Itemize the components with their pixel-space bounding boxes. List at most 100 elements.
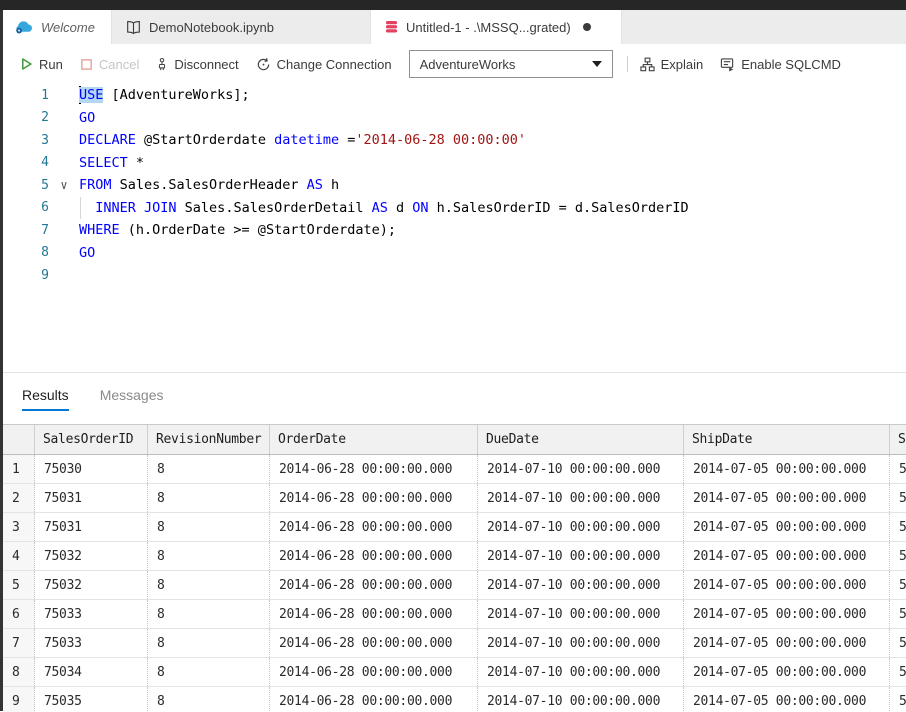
column-header[interactable]: RevisionNumber [148, 425, 270, 454]
code-line[interactable]: 3DECLARE @StartOrderdate datetime ='2014… [3, 129, 906, 152]
table-row[interactable]: 17503082014-06-28 00:00:00.0002014-07-10… [3, 455, 906, 484]
row-number-cell[interactable]: 2 [3, 484, 35, 512]
tab-results[interactable]: Results [22, 387, 69, 411]
code-line[interactable]: 7WHERE (h.OrderDate >= @StartOrderdate); [3, 219, 906, 242]
grid-cell[interactable]: 75031 [35, 484, 148, 512]
table-row[interactable]: 87503482014-06-28 00:00:00.0002014-07-10… [3, 658, 906, 687]
database-dropdown[interactable]: AdventureWorks [409, 50, 613, 78]
cancel-button[interactable]: Cancel [80, 57, 139, 72]
explain-button[interactable]: Explain [640, 57, 704, 72]
grid-cell[interactable]: 2014-07-05 00:00:00.000 [684, 658, 890, 686]
code-line[interactable]: 1USE [AdventureWorks]; [3, 84, 906, 107]
grid-cell[interactable]: 75030 [35, 455, 148, 483]
grid-cell[interactable]: 5 [890, 600, 906, 628]
row-number-cell[interactable]: 6 [3, 600, 35, 628]
grid-cell[interactable]: 8 [148, 484, 270, 512]
tab-demonotebook[interactable]: DemoNotebook.ipynb [112, 10, 371, 44]
grid-cell[interactable]: 5 [890, 455, 906, 483]
table-row[interactable]: 67503382014-06-28 00:00:00.0002014-07-10… [3, 600, 906, 629]
grid-cell[interactable]: 2014-06-28 00:00:00.000 [270, 455, 478, 483]
grid-cell[interactable]: 2014-06-28 00:00:00.000 [270, 513, 478, 541]
code-line[interactable]: 5∨FROM Sales.SalesOrderHeader AS h [3, 174, 906, 197]
grid-cell[interactable]: 2014-06-28 00:00:00.000 [270, 629, 478, 657]
grid-cell[interactable]: 2014-07-10 00:00:00.000 [478, 687, 684, 712]
grid-cell[interactable]: 2014-07-10 00:00:00.000 [478, 455, 684, 483]
grid-cell[interactable]: 2014-07-10 00:00:00.000 [478, 513, 684, 541]
grid-cell[interactable]: 5 [890, 571, 906, 599]
grid-cell[interactable]: 5 [890, 542, 906, 570]
grid-cell[interactable]: 2014-07-10 00:00:00.000 [478, 484, 684, 512]
grid-cell[interactable]: 2014-07-10 00:00:00.000 [478, 629, 684, 657]
table-row[interactable]: 77503382014-06-28 00:00:00.0002014-07-10… [3, 629, 906, 658]
grid-cell[interactable]: 75033 [35, 629, 148, 657]
grid-cell[interactable]: 2014-07-10 00:00:00.000 [478, 542, 684, 570]
grid-cell[interactable]: 75034 [35, 658, 148, 686]
grid-cell[interactable]: 8 [148, 600, 270, 628]
grid-cell[interactable]: 2014-07-05 00:00:00.000 [684, 571, 890, 599]
grid-cell[interactable]: 5 [890, 484, 906, 512]
grid-cell[interactable]: 8 [148, 687, 270, 712]
grid-cell[interactable]: 8 [148, 513, 270, 541]
grid-cell[interactable]: 2014-07-05 00:00:00.000 [684, 687, 890, 712]
row-number-cell[interactable]: 5 [3, 571, 35, 599]
grid-cell[interactable]: 75032 [35, 571, 148, 599]
table-row[interactable]: 97503582014-06-28 00:00:00.0002014-07-10… [3, 687, 906, 712]
grid-cell[interactable]: 75035 [35, 687, 148, 712]
grid-cell[interactable]: 8 [148, 658, 270, 686]
column-header[interactable]: SalesOrderID [35, 425, 148, 454]
grid-cell[interactable]: 8 [148, 455, 270, 483]
row-number-header[interactable] [3, 425, 35, 454]
row-number-cell[interactable]: 4 [3, 542, 35, 570]
grid-cell[interactable]: 75033 [35, 600, 148, 628]
table-row[interactable]: 27503182014-06-28 00:00:00.0002014-07-10… [3, 484, 906, 513]
grid-cell[interactable]: 2014-07-10 00:00:00.000 [478, 658, 684, 686]
tab-welcome[interactable]: Welcome [0, 10, 112, 44]
row-number-cell[interactable]: 7 [3, 629, 35, 657]
grid-cell[interactable]: 2014-07-10 00:00:00.000 [478, 600, 684, 628]
grid-cell[interactable]: 2014-06-28 00:00:00.000 [270, 600, 478, 628]
sql-editor[interactable]: 1USE [AdventureWorks];2GO3DECLARE @Start… [3, 84, 906, 372]
grid-cell[interactable]: 5 [890, 658, 906, 686]
grid-cell[interactable]: 8 [148, 571, 270, 599]
row-number-cell[interactable]: 3 [3, 513, 35, 541]
grid-cell[interactable]: 5 [890, 513, 906, 541]
grid-cell[interactable]: 2014-07-10 00:00:00.000 [478, 571, 684, 599]
grid-cell[interactable]: 2014-07-05 00:00:00.000 [684, 542, 890, 570]
column-header[interactable]: Status [890, 425, 906, 454]
grid-cell[interactable]: 2014-07-05 00:00:00.000 [684, 484, 890, 512]
tab-untitled-1[interactable]: Untitled-1 - .\MSSQ...grated) [371, 10, 622, 44]
grid-cell[interactable]: 75032 [35, 542, 148, 570]
grid-cell[interactable]: 8 [148, 629, 270, 657]
table-row[interactable]: 47503282014-06-28 00:00:00.0002014-07-10… [3, 542, 906, 571]
row-number-cell[interactable]: 8 [3, 658, 35, 686]
row-number-cell[interactable]: 1 [3, 455, 35, 483]
grid-cell[interactable]: 2014-06-28 00:00:00.000 [270, 571, 478, 599]
grid-cell[interactable]: 2014-07-05 00:00:00.000 [684, 513, 890, 541]
enable-sqlcmd-button[interactable]: Enable SQLCMD [720, 57, 841, 72]
row-number-cell[interactable]: 9 [3, 687, 35, 712]
grid-cell[interactable]: 2014-07-05 00:00:00.000 [684, 455, 890, 483]
code-line[interactable]: 8GO [3, 242, 906, 265]
column-header[interactable]: OrderDate [270, 425, 478, 454]
grid-cell[interactable]: 2014-06-28 00:00:00.000 [270, 658, 478, 686]
code-line[interactable]: 4SELECT * [3, 152, 906, 175]
table-row[interactable]: 57503282014-06-28 00:00:00.0002014-07-10… [3, 571, 906, 600]
fold-chevron-icon[interactable]: ∨ [49, 178, 79, 192]
grid-cell[interactable]: 2014-07-05 00:00:00.000 [684, 600, 890, 628]
code-line[interactable]: 2GO [3, 107, 906, 130]
grid-cell[interactable]: 2014-06-28 00:00:00.000 [270, 484, 478, 512]
column-header[interactable]: ShipDate [684, 425, 890, 454]
grid-cell[interactable]: 5 [890, 687, 906, 712]
change-connection-button[interactable]: Change Connection [256, 57, 392, 72]
column-header[interactable]: DueDate [478, 425, 684, 454]
code-line[interactable]: 6 INNER JOIN Sales.SalesOrderDetail AS d… [3, 197, 906, 220]
grid-cell[interactable]: 8 [148, 542, 270, 570]
grid-cell[interactable]: 2014-06-28 00:00:00.000 [270, 542, 478, 570]
grid-cell[interactable]: 2014-07-05 00:00:00.000 [684, 629, 890, 657]
table-row[interactable]: 37503182014-06-28 00:00:00.0002014-07-10… [3, 513, 906, 542]
code-line[interactable]: 9 [3, 264, 906, 287]
grid-cell[interactable]: 5 [890, 629, 906, 657]
disconnect-button[interactable]: Disconnect [156, 57, 238, 72]
grid-cell[interactable]: 75031 [35, 513, 148, 541]
run-button[interactable]: Run [20, 57, 63, 72]
